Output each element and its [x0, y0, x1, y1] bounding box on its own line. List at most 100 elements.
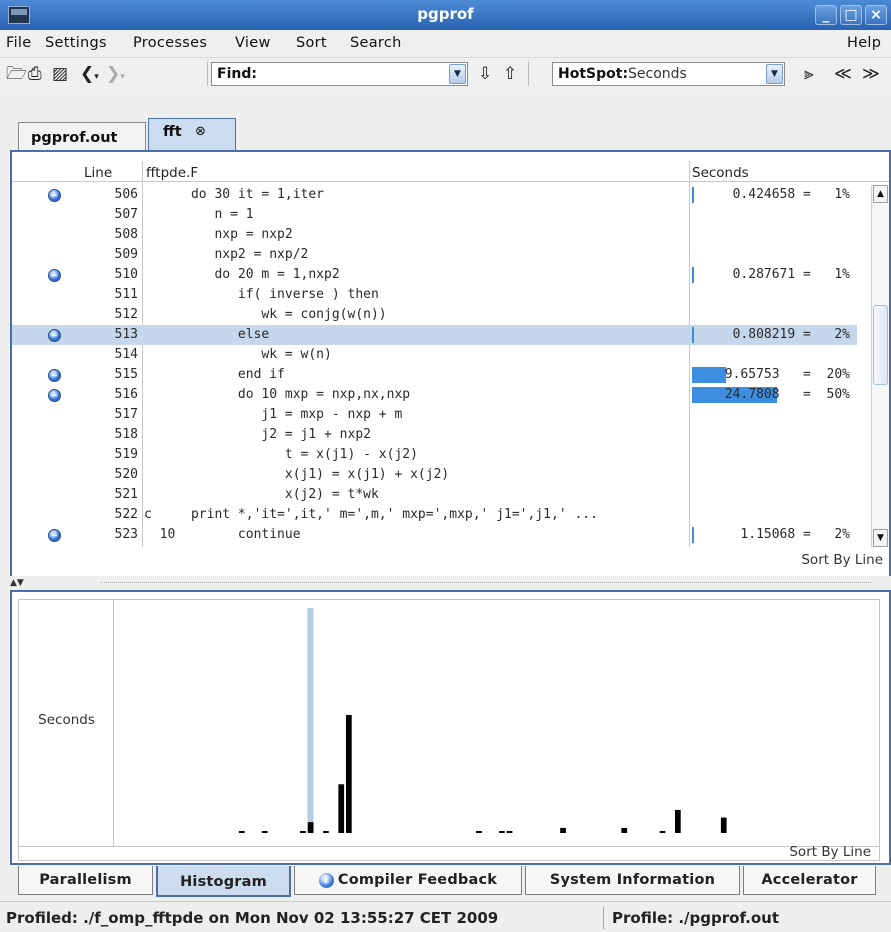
- source-row[interactable]: 518 j2 = j1 + nxp2: [12, 425, 857, 445]
- source-code: nxp2 = nxp/2: [144, 247, 309, 262]
- histogram-bar[interactable]: [659, 831, 666, 833]
- histogram-sort-label[interactable]: Sort By Line: [789, 844, 871, 860]
- source-panel: Line fftpde.F Seconds 506 do 30 it = 1,i…: [10, 152, 891, 576]
- source-row[interactable]: 522 c print *,'it=',it,' m=',m,' mxp=',mx…: [12, 505, 857, 525]
- tab-accelerator[interactable]: Accelerator: [743, 866, 876, 895]
- col-line-header[interactable]: Line: [84, 165, 112, 181]
- source-row[interactable]: 520 x(j1) = x(j1) + x(j2): [12, 465, 857, 485]
- status-bar: Profiled: ./f_omp_fftpde on Mon Nov 02 1…: [0, 901, 891, 932]
- tab-compiler-feedback[interactable]: i Compiler Feedback: [294, 866, 522, 895]
- title-bar[interactable]: pgprof _ □ ×: [0, 0, 891, 30]
- histogram-bar[interactable]: [675, 809, 681, 833]
- source-row[interactable]: 509 nxp2 = nxp/2: [12, 245, 857, 265]
- source-row[interactable]: 514 wk = w(n): [12, 345, 857, 365]
- source-row[interactable]: 523 10 continue 1.15068 = 2%: [12, 525, 857, 545]
- histogram-bar[interactable]: [338, 784, 345, 833]
- col-seconds-header[interactable]: Seconds: [692, 165, 749, 181]
- compiler-info-icon[interactable]: [48, 389, 61, 402]
- col-file-header[interactable]: fftpde.F: [146, 165, 198, 181]
- hotspot-combo[interactable]: HotSpot: Seconds ▼: [552, 62, 785, 86]
- source-row[interactable]: 515 end if 9.65753 = 20%: [12, 365, 857, 385]
- compiler-info-icon[interactable]: [48, 329, 61, 342]
- panel-splitter[interactable]: ▲▼: [0, 576, 891, 590]
- forward-icon[interactable]: ❯▾: [106, 64, 125, 84]
- vertical-scrollbar[interactable]: ▲ ▼: [871, 185, 889, 547]
- find-next-down-icon[interactable]: ⇩: [478, 64, 492, 84]
- hotspot-value[interactable]: Seconds: [628, 66, 687, 82]
- seconds-value: 0.808219 = 2%: [732, 327, 850, 342]
- compiler-info-icon[interactable]: [48, 269, 61, 282]
- source-row[interactable]: 517 j1 = mxp - nxp + m: [12, 405, 857, 425]
- maximize-button[interactable]: □: [840, 5, 862, 25]
- hotspot-first-icon[interactable]: ⫸: [804, 64, 814, 84]
- source-row[interactable]: 516 do 10 mxp = nxp,nx,nxp 24.7808 = 50%: [12, 385, 857, 405]
- menu-file[interactable]: File: [6, 35, 31, 51]
- histogram-selection-highlight: [307, 608, 314, 833]
- find-dropdown-icon[interactable]: ▼: [449, 64, 466, 84]
- seconds-value: 1.15068 = 2%: [740, 527, 850, 542]
- histogram-bar[interactable]: [499, 831, 505, 833]
- compiler-info-icon[interactable]: [48, 189, 61, 202]
- find-prev-up-icon[interactable]: ⇧: [503, 64, 517, 84]
- histogram-bar[interactable]: [261, 831, 268, 833]
- histogram-chart[interactable]: [115, 600, 880, 846]
- menu-help[interactable]: Help: [847, 35, 881, 51]
- tab-parallelism[interactable]: Parallelism: [18, 866, 153, 895]
- scroll-thumb[interactable]: [873, 305, 888, 385]
- tab-fft[interactable]: fft ⊗: [148, 118, 236, 152]
- source-row[interactable]: 508 nxp = nxp2: [12, 225, 857, 245]
- source-row[interactable]: 521 x(j2) = t*wk: [12, 485, 857, 505]
- tab-system-information[interactable]: System Information: [525, 866, 740, 895]
- source-row[interactable]: 519 t = x(j1) - x(j2): [12, 445, 857, 465]
- histogram-ylabel: Seconds: [38, 712, 95, 728]
- source-code: x(j2) = t*wk: [144, 487, 379, 502]
- histogram-bar[interactable]: [560, 827, 566, 833]
- open-folder-icon[interactable]: 🗁: [6, 64, 27, 84]
- scroll-down-icon[interactable]: ▼: [873, 529, 888, 547]
- tab-label: Parallelism: [39, 872, 132, 888]
- menu-settings[interactable]: Settings: [45, 35, 107, 51]
- export-icon[interactable]: ▨: [52, 64, 68, 84]
- menu-search[interactable]: Search: [350, 35, 402, 51]
- hotspot-dropdown-icon[interactable]: ▼: [766, 64, 783, 84]
- source-code: c print *,'it=',it,' m=',m,' mxp=',mxp,'…: [144, 507, 598, 522]
- menu-sort[interactable]: Sort: [296, 35, 327, 51]
- tab-pgprof-out[interactable]: pgprof.out: [18, 122, 146, 152]
- source-code: n = 1: [144, 207, 254, 222]
- close-button[interactable]: ×: [865, 5, 887, 25]
- source-code: nxp = nxp2: [144, 227, 293, 242]
- menu-view[interactable]: View: [235, 35, 271, 51]
- histogram-bar[interactable]: [346, 715, 352, 833]
- scroll-up-icon[interactable]: ▲: [873, 185, 888, 203]
- histogram-bar[interactable]: [300, 831, 306, 833]
- back-icon[interactable]: ❮▾: [80, 64, 99, 84]
- source-row[interactable]: 510 do 20 m = 1,nxp2 0.287671 = 1%: [12, 265, 857, 285]
- source-row[interactable]: 512 wk = conjg(w(n)): [12, 305, 857, 325]
- histogram-bar[interactable]: [238, 831, 245, 833]
- compiler-info-icon[interactable]: [48, 529, 61, 542]
- hotspot-label: HotSpot:: [558, 66, 629, 82]
- minimize-button[interactable]: _: [815, 5, 837, 25]
- print-icon[interactable]: ⎙: [28, 64, 42, 84]
- source-row[interactable]: 507 n = 1: [12, 205, 857, 225]
- menu-processes[interactable]: Processes: [133, 35, 207, 51]
- seconds-value: 0.287671 = 1%: [732, 267, 850, 282]
- compiler-info-icon[interactable]: [48, 369, 61, 382]
- source-row[interactable]: 506 do 30 it = 1,iter 0.424658 = 1%: [12, 185, 857, 205]
- close-tab-icon[interactable]: ⊗: [195, 124, 206, 139]
- hotspot-next-icon[interactable]: ≫: [862, 64, 880, 84]
- find-combo[interactable]: Find: ▼: [211, 62, 468, 86]
- histogram-bar[interactable]: [720, 817, 727, 833]
- splitter-arrows-icon[interactable]: ▲▼: [10, 578, 24, 588]
- splitter-grip[interactable]: [100, 582, 871, 584]
- histogram-bar[interactable]: [307, 822, 314, 833]
- tab-histogram[interactable]: Histogram: [156, 866, 291, 897]
- hotspot-prev-icon[interactable]: ≪: [834, 64, 852, 84]
- sort-by-line-label[interactable]: Sort By Line: [801, 552, 883, 568]
- histogram-bar[interactable]: [621, 827, 628, 833]
- histogram-bar[interactable]: [476, 831, 482, 833]
- source-row[interactable]: 513 else 0.808219 = 2%: [12, 325, 857, 345]
- histogram-bar[interactable]: [506, 831, 513, 833]
- source-row[interactable]: 511 if( inverse ) then: [12, 285, 857, 305]
- histogram-bar[interactable]: [323, 831, 329, 833]
